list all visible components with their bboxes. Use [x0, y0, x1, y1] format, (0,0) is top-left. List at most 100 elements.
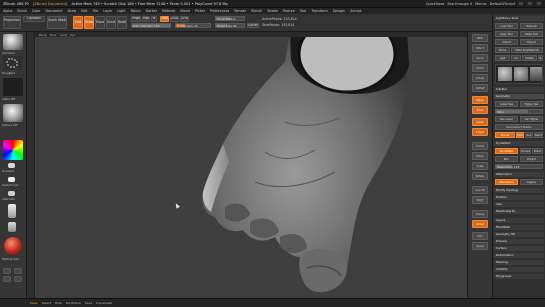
- polyf-button[interactable]: PolyF: [472, 196, 488, 204]
- color-picker-icon[interactable]: [3, 140, 23, 160]
- visibility-header[interactable]: Visibility: [494, 267, 544, 272]
- secondary-color-swatch[interactable]: [8, 177, 15, 182]
- modify-topology-header[interactable]: Modify Topology: [494, 188, 544, 193]
- canvas-tab-persp[interactable]: Persp: [39, 33, 47, 37]
- save-as-button[interactable]: Save As: [520, 23, 543, 29]
- draw-button[interactable]: Draw: [84, 16, 94, 29]
- tool-thumbnails[interactable]: [495, 64, 543, 84]
- canvas-tab-local[interactable]: Local: [60, 33, 67, 37]
- brush-icon[interactable]: [3, 34, 23, 50]
- menu-layer[interactable]: Layer: [103, 9, 112, 13]
- document-canvas[interactable]: [35, 32, 467, 298]
- menu-macro[interactable]: Macro: [131, 9, 141, 13]
- export-button[interactable]: Export: [520, 39, 543, 45]
- sculpt-model[interactable]: [35, 32, 467, 298]
- menu-zscript[interactable]: Zscript: [350, 9, 361, 13]
- material-sphere-icon[interactable]: [3, 104, 23, 122]
- make-polymesh-button[interactable]: Make PolyMesh3D: [511, 47, 543, 53]
- rotate-view-button[interactable]: Rotate: [472, 172, 488, 180]
- scale-view-button[interactable]: Scale: [472, 162, 488, 170]
- suv-button[interactable]: Suv: [525, 132, 533, 138]
- del-higher-button[interactable]: Del Higher: [520, 116, 543, 122]
- polygroups-header[interactable]: Polygroups: [494, 274, 544, 279]
- layers-header[interactable]: Layers: [494, 218, 544, 223]
- lower-res-button[interactable]: Lower Res: [495, 101, 518, 107]
- main-color-swatch[interactable]: [8, 163, 15, 168]
- matcap-red-icon[interactable]: [4, 237, 22, 255]
- deformation-header[interactable]: Deformation: [494, 253, 544, 258]
- project-button[interactable]: Project: [520, 156, 543, 162]
- canvas-tab-xyz[interactable]: Xyz: [70, 33, 75, 37]
- bpr-button[interactable]: BPR: [472, 34, 488, 42]
- draw-size-slider[interactable]: Draw Size 64: [215, 23, 245, 28]
- scale-button[interactable]: Scale: [106, 16, 116, 29]
- bottom-save-button[interactable]: Save: [85, 301, 92, 305]
- goz-button[interactable]: GoZ: [495, 55, 510, 61]
- bottom-hide-button[interactable]: Hide: [55, 301, 62, 305]
- visible-button[interactable]: Visible: [522, 55, 537, 61]
- menu-render[interactable]: Render: [234, 9, 246, 13]
- alternate-swatch[interactable]: [8, 191, 15, 196]
- menu-light[interactable]: Light: [117, 9, 125, 13]
- bottom-polyframe-button[interactable]: Polyframe: [66, 301, 81, 305]
- tray-button-a[interactable]: [3, 268, 11, 274]
- load-tool-button[interactable]: Load Tool: [495, 23, 518, 29]
- menu-file[interactable]: File: [93, 9, 99, 13]
- zadd-button[interactable]: Zadd: [160, 16, 169, 22]
- aahalf-button[interactable]: AAHalf: [472, 84, 488, 92]
- material-icon-small[interactable]: [8, 222, 16, 232]
- move-button[interactable]: Move: [95, 16, 105, 29]
- stroke-icon[interactable]: [3, 56, 23, 70]
- geometry-hd-header[interactable]: Geometry HD: [494, 232, 544, 237]
- solo-button[interactable]: Solo: [472, 232, 488, 240]
- rgb-intensity-slider[interactable]: Rgb Intensity 100: [131, 23, 171, 28]
- import-button[interactable]: Import: [495, 39, 518, 45]
- frame-button[interactable]: Frame: [472, 142, 488, 150]
- zremesher-header[interactable]: ZRemesher: [494, 172, 544, 177]
- geometry-header[interactable]: Geometry: [494, 94, 544, 99]
- tray-button-b[interactable]: [14, 268, 22, 274]
- smt-button[interactable]: Smt: [516, 132, 524, 138]
- scroll-button[interactable]: Scroll: [472, 54, 488, 62]
- meshintegrity-header[interactable]: MeshIntegrity: [494, 209, 544, 214]
- menu-tool[interactable]: Tool: [300, 9, 306, 13]
- menu-brush[interactable]: Brush: [17, 9, 27, 13]
- subtool-header[interactable]: SubTool: [494, 87, 544, 92]
- mrgb-button[interactable]: Mrgb: [131, 16, 141, 22]
- clone-button[interactable]: Clone: [495, 47, 510, 53]
- menu-stencil[interactable]: Stencil: [251, 9, 262, 13]
- transp-button[interactable]: Transp: [472, 210, 488, 218]
- menu-material[interactable]: Material: [162, 9, 175, 13]
- focal-shift-slider[interactable]: Focal Shift 0: [215, 16, 245, 21]
- spix-button[interactable]: SPix 3: [472, 44, 488, 52]
- surface-header[interactable]: Surface: [494, 246, 544, 251]
- size-header[interactable]: Size: [494, 202, 544, 207]
- menu-edit[interactable]: Edit: [81, 9, 87, 13]
- floor-button[interactable]: Floor: [472, 106, 488, 114]
- switch-color-button[interactable]: SwitchColor: [2, 183, 19, 187]
- resolution-slider[interactable]: Resolution 128: [495, 164, 543, 169]
- menu-alpha[interactable]: Alpha: [3, 9, 12, 13]
- menu-marker[interactable]: Marker: [146, 9, 157, 13]
- canvas-tab-floor[interactable]: Floor: [50, 33, 57, 37]
- move-view-button[interactable]: Move: [472, 152, 488, 160]
- reuv-button[interactable]: ReUV: [534, 132, 543, 138]
- blur-slider[interactable]: Blur: [495, 156, 518, 162]
- maximize-icon[interactable]: [527, 1, 533, 6]
- menu-color[interactable]: Color: [32, 9, 41, 13]
- persp-button[interactable]: Persp: [472, 96, 488, 104]
- menu-draw[interactable]: Draw: [68, 9, 77, 13]
- lsym-button[interactable]: L.Sym: [472, 128, 488, 136]
- current-tool-thumbnail[interactable]: [498, 67, 512, 81]
- legacy-button[interactable]: Legacy: [520, 179, 543, 185]
- dynamesh-header[interactable]: DynaMesh: [494, 141, 544, 146]
- zremesher-button[interactable]: ZRemesher: [495, 179, 518, 185]
- menu-document[interactable]: Document: [46, 9, 63, 13]
- sdiv-slider[interactable]: SDiv: [495, 109, 543, 114]
- quicksave-button[interactable]: QuickSave: [426, 2, 445, 6]
- menu-stroke[interactable]: Stroke: [267, 9, 278, 13]
- paste-tool-button[interactable]: Paste Tool: [520, 31, 543, 37]
- xpose-button[interactable]: Xpose: [472, 242, 488, 250]
- position-header[interactable]: Position: [494, 195, 544, 200]
- menu-preferences[interactable]: Preferences: [210, 9, 229, 13]
